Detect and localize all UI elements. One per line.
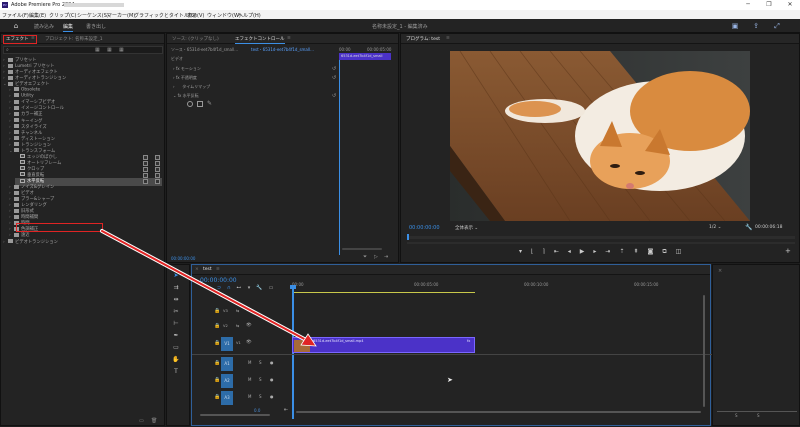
- drag-arrow-annotation: [100, 229, 317, 347]
